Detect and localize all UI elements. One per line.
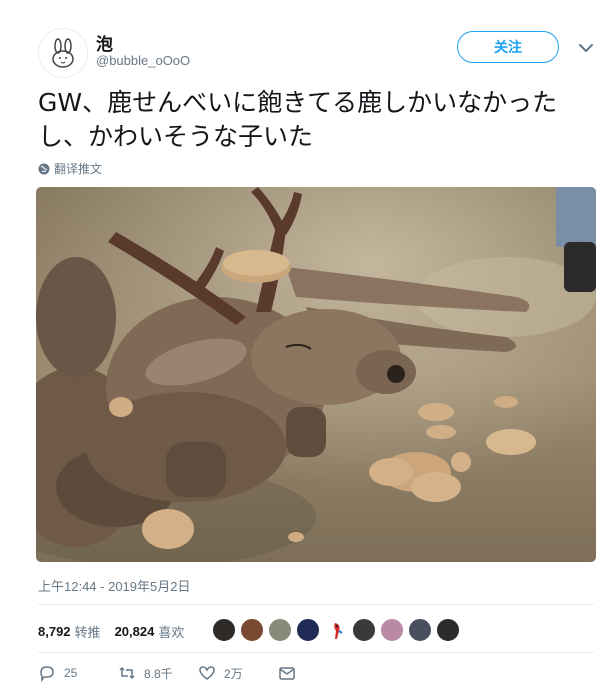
deer-photo-icon bbox=[36, 187, 596, 562]
direct-message-button[interactable] bbox=[278, 664, 296, 682]
likes-count[interactable]: 20,824 bbox=[115, 624, 155, 639]
translate-tweet-link[interactable]: 翻译推文 bbox=[38, 160, 102, 177]
globe-icon bbox=[38, 163, 50, 174]
like-count: 2万 bbox=[224, 666, 243, 681]
liker-avatar[interactable] bbox=[436, 618, 460, 642]
retweet-button[interactable]: 8.8千 bbox=[118, 664, 198, 682]
divider bbox=[38, 652, 594, 653]
divider bbox=[38, 604, 594, 605]
heart-icon bbox=[199, 666, 215, 680]
tweet-card: 泡 @bubble_oOoO 关注 GW、鹿せんべいに飽きてる鹿しかいなかったし… bbox=[0, 0, 616, 693]
retweet-icon bbox=[119, 666, 135, 680]
tweet-photo[interactable] bbox=[36, 187, 596, 562]
user-handle[interactable]: @bubble_oOoO bbox=[96, 53, 190, 68]
reply-count: 25 bbox=[64, 666, 78, 680]
reply-button[interactable]: 25 bbox=[38, 664, 118, 682]
liker-avatar[interactable] bbox=[380, 618, 404, 642]
liker-avatar[interactable] bbox=[212, 618, 236, 642]
follow-button[interactable]: 关注 bbox=[457, 31, 559, 63]
liker-avatar[interactable] bbox=[324, 618, 348, 642]
reply-icon bbox=[40, 666, 54, 682]
liker-avatar[interactable] bbox=[296, 618, 320, 642]
parrot-icon bbox=[334, 623, 343, 639]
like-button[interactable]: 2万 bbox=[198, 664, 278, 682]
bunny-avatar-icon bbox=[39, 29, 87, 77]
retweets-label[interactable]: 转推 bbox=[75, 622, 101, 641]
translate-label: 翻译推文 bbox=[54, 162, 103, 176]
retweet-count: 8.8千 bbox=[144, 666, 173, 681]
avatar[interactable] bbox=[38, 28, 88, 78]
retweets-count[interactable]: 8,792 bbox=[38, 624, 71, 639]
tweet-timestamp[interactable]: 上午12:44 - 2019年5月2日 bbox=[38, 576, 190, 595]
tweet-text: GW、鹿せんべいに飽きてる鹿しかいなかったし、かわいそうな子いた bbox=[38, 88, 558, 151]
liker-avatars bbox=[212, 618, 460, 642]
chevron-down-icon[interactable] bbox=[576, 38, 596, 58]
liker-avatar[interactable] bbox=[268, 618, 292, 642]
tweet-actions: 25 8.8千 2万 bbox=[38, 664, 296, 682]
tweet-stats: 8,792 转推 20,824 喜欢 bbox=[38, 622, 198, 641]
display-name[interactable]: 泡 bbox=[96, 30, 113, 55]
liker-avatar[interactable] bbox=[240, 618, 264, 642]
likes-label[interactable]: 喜欢 bbox=[158, 622, 184, 641]
liker-avatar[interactable] bbox=[352, 618, 376, 642]
liker-avatar[interactable] bbox=[408, 618, 432, 642]
envelope-icon bbox=[279, 667, 295, 680]
